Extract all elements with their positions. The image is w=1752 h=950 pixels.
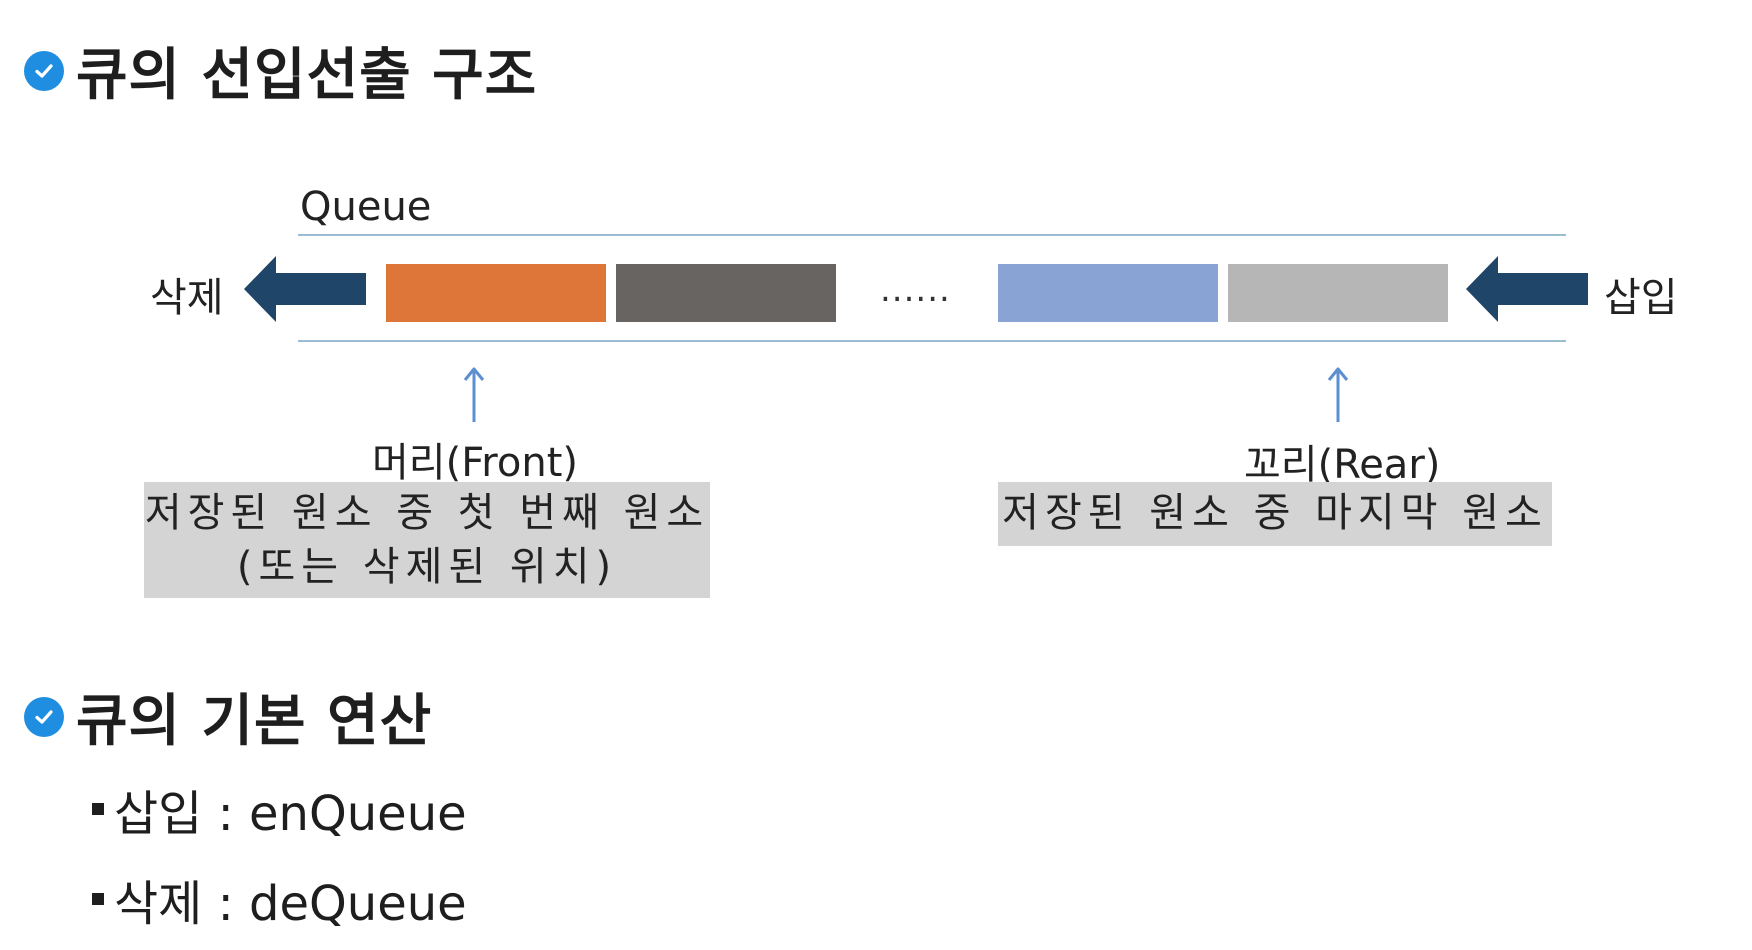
front-label: 머리(Front)	[372, 440, 578, 486]
section-heading-operations: 큐의 기본 연산	[24, 676, 432, 757]
queue-element	[998, 264, 1218, 322]
queue-top-line	[298, 234, 1566, 236]
queue-element	[616, 264, 836, 322]
section-heading-structure: 큐의 선입선출 구조	[24, 30, 537, 111]
operation-text: 삽입 : enQueue	[114, 786, 467, 842]
queue-element-front	[386, 264, 606, 322]
insert-arrow-icon	[1466, 256, 1588, 322]
check-circle-icon	[24, 696, 64, 737]
queue-bottom-line	[298, 340, 1566, 342]
section-title: 큐의 선입선출 구조	[76, 43, 538, 108]
delete-label: 삭제	[150, 275, 224, 321]
bullet-square-icon	[92, 893, 104, 905]
insert-label: 삽입	[1604, 275, 1678, 321]
queue-element-rear	[1228, 264, 1448, 322]
rear-description-line: 저장된 원소 중 마지막 원소	[1002, 490, 1548, 536]
operation-item-insert: 삽입 : enQueue	[92, 774, 467, 844]
section-title: 큐의 기본 연산	[76, 689, 433, 754]
rear-pointer-arrow-icon	[1327, 367, 1349, 422]
front-description-line: (또는 삭제된 위치)	[236, 544, 618, 590]
rear-description: 저장된 원소 중 마지막 원소	[998, 482, 1552, 546]
operation-text: 삭제 : deQueue	[114, 876, 467, 932]
check-circle-icon	[24, 50, 64, 91]
queue-label: Queue	[300, 184, 432, 230]
operation-item-delete: 삭제 : deQueue	[92, 864, 467, 934]
front-description: 저장된 원소 중 첫 번째 원소 (또는 삭제된 위치)	[144, 482, 710, 598]
delete-arrow-icon	[244, 256, 366, 322]
bullet-square-icon	[92, 803, 104, 815]
front-pointer-arrow-icon	[463, 367, 485, 422]
front-description-line: 저장된 원소 중 첫 번째 원소	[144, 490, 710, 536]
ellipsis: ......	[880, 270, 951, 310]
